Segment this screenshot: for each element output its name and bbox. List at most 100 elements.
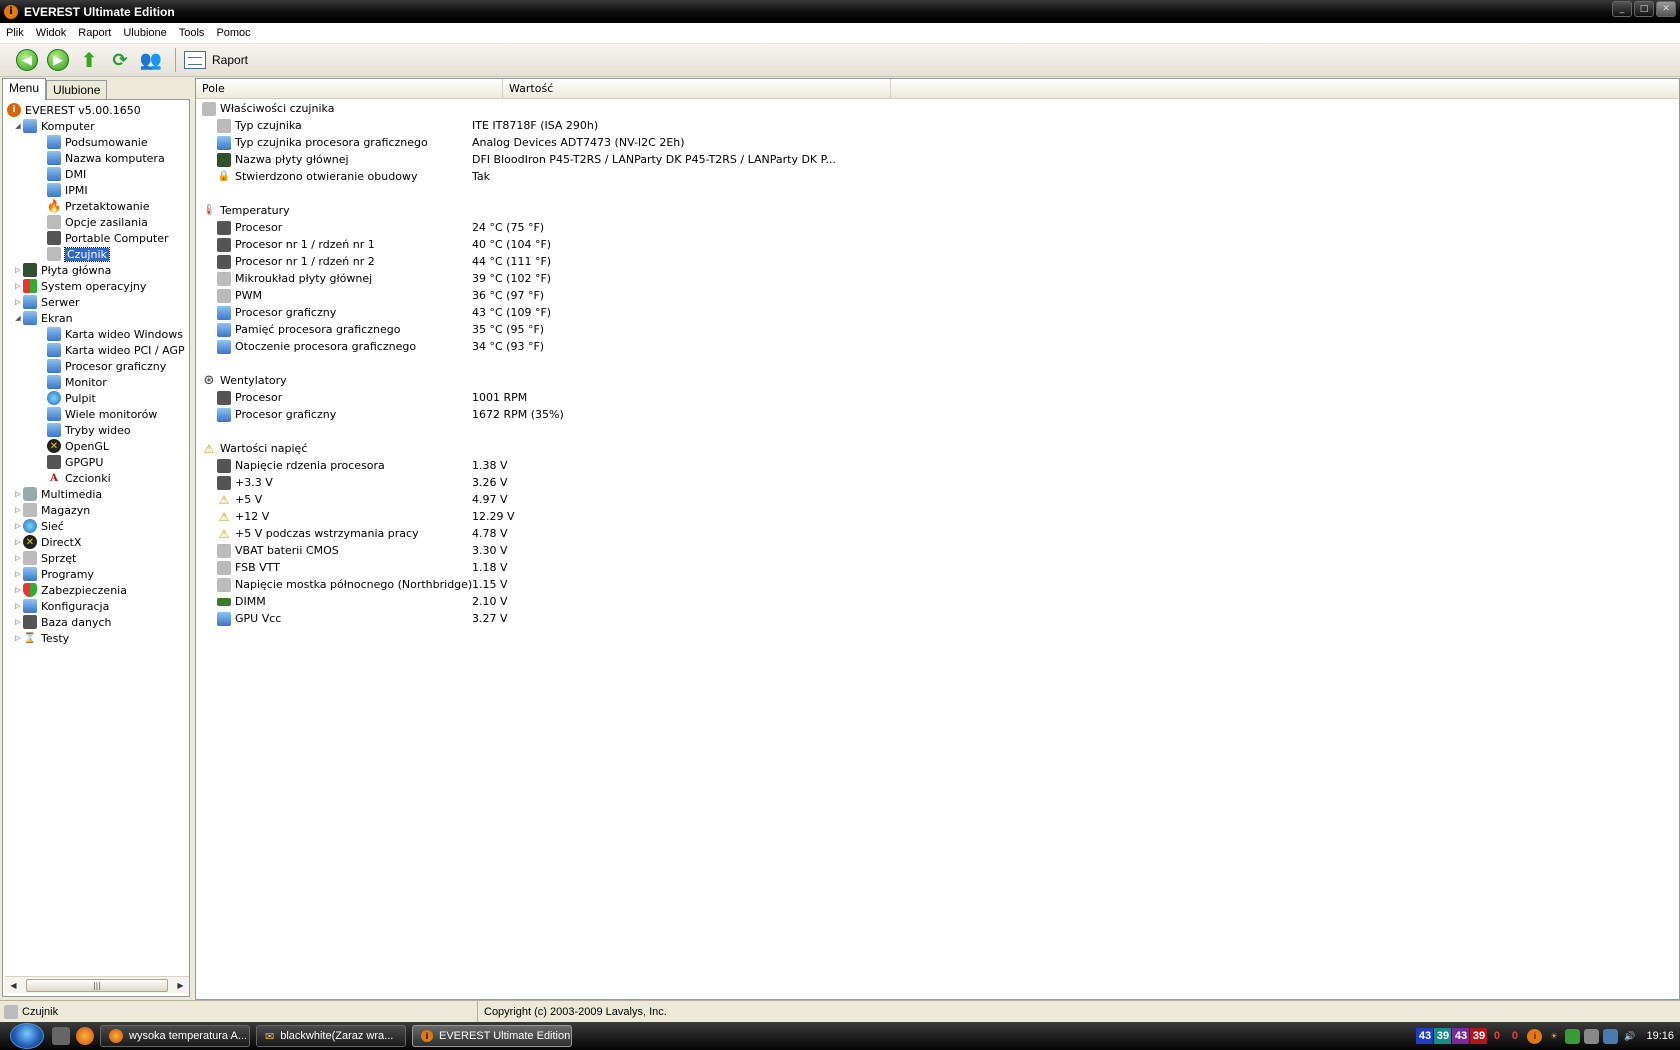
column-header-pole[interactable]: Pole (196, 79, 503, 99)
table-row[interactable]: FSB VTT 1.18 V (196, 559, 1679, 576)
expand-icon[interactable]: ▷ (13, 538, 23, 546)
tree-item-komputer[interactable]: ◢ Komputer (3, 118, 189, 134)
group-sensor-properties[interactable]: Właściwości czujnika (196, 100, 1679, 117)
refresh-button[interactable]: ⟳ (107, 47, 133, 73)
back-button[interactable]: ◀ (14, 47, 40, 73)
tree-item-dmi[interactable]: DMI (3, 166, 189, 182)
table-row[interactable]: Nazwa płyty głównej DFI BloodIron P45-T2R… (196, 151, 1679, 168)
tab-ulubione[interactable]: Ulubione (46, 80, 108, 99)
table-row[interactable]: Procesor graficzny 1672 RPM (35%) (196, 406, 1679, 423)
expand-icon[interactable]: ▷ (13, 554, 23, 562)
group-fans[interactable]: ⊛ Wentylatory (196, 372, 1679, 389)
scroll-right-icon[interactable]: ▶ (172, 981, 189, 990)
tree-item-procesor-graficzny[interactable]: Procesor graficzny (3, 358, 189, 374)
minimize-button[interactable]: _ (1612, 1, 1632, 17)
close-button[interactable]: ✕ (1656, 1, 1676, 17)
expand-icon[interactable]: ▷ (13, 522, 23, 530)
sun-icon[interactable]: ☀ (1546, 1029, 1561, 1044)
tree-item-karta-wideo-windows[interactable]: Karta wideo Windows (3, 326, 189, 342)
tab-menu[interactable]: Menu (2, 78, 47, 100)
taskbar-item-mail[interactable]: ✉ blackwhite(Zaraz wra... (256, 1025, 406, 1047)
clock[interactable]: 19:16 (1646, 1030, 1674, 1042)
table-row[interactable]: DIMM 2.10 V (196, 593, 1679, 610)
table-row[interactable]: GPU Vcc 3.27 V (196, 610, 1679, 627)
tray-value-5[interactable]: 0 (1488, 1028, 1505, 1044)
display-tray-icon[interactable] (1584, 1028, 1600, 1044)
start-button[interactable] (10, 1023, 44, 1049)
column-header-wartosc[interactable]: Wartość (503, 79, 891, 99)
tree-item-opcje-zasilania[interactable]: Opcje zasilania (3, 214, 189, 230)
volume-icon[interactable]: 🔊 (1622, 1029, 1637, 1044)
expand-icon[interactable]: ▷ (13, 298, 23, 306)
tree-item-tryby-wideo[interactable]: Tryby wideo (3, 422, 189, 438)
expand-icon[interactable]: ▷ (13, 490, 23, 498)
tree-item-siec[interactable]: ▷ Sieć (3, 518, 189, 534)
expand-icon[interactable]: ▷ (13, 586, 23, 594)
tree-item-wiele-monitorow[interactable]: Wiele monitorów (3, 406, 189, 422)
navigation-tree[interactable]: i EVEREST v5.00.1650 ◢ Komputer Podsumow… (2, 99, 190, 997)
menu-plik[interactable]: Plik (0, 27, 30, 39)
table-row[interactable]: PWM 36 °C (97 °F) (196, 287, 1679, 304)
firefox-icon[interactable] (76, 1027, 94, 1045)
green-app-icon[interactable] (1565, 1028, 1581, 1044)
tree-item-gpgpu[interactable]: GPGPU (3, 454, 189, 470)
tree-item-ipmi[interactable]: IPMI (3, 182, 189, 198)
tree-item-multimedia[interactable]: ▷ Multimedia (3, 486, 189, 502)
everest-tray-icon[interactable]: i (1527, 1028, 1543, 1044)
menu-ulubione[interactable]: Ulubione (117, 27, 172, 39)
menu-widok[interactable]: Widok (30, 27, 73, 39)
title-bar[interactable]: i EVEREST Ultimate Edition _ □ ✕ (0, 0, 1680, 23)
table-row[interactable]: Procesor graficzny 43 °C (109 °F) (196, 304, 1679, 321)
tray-value-6[interactable]: 0 (1506, 1028, 1523, 1044)
table-row[interactable]: Procesor nr 1 / rdzeń nr 2 44 °C (111 °F) (196, 253, 1679, 270)
tree-item-serwer[interactable]: ▷ Serwer (3, 294, 189, 310)
group-temperatures[interactable]: 🌡 Temperatury (196, 202, 1679, 219)
tree-horizontal-scrollbar[interactable]: ◀ ||| ▶ (5, 976, 189, 993)
tray-temp-2[interactable]: 39 (1434, 1028, 1452, 1044)
expand-icon[interactable]: ▷ (13, 506, 23, 514)
tree-item-sprzet[interactable]: ▷ Sprzęt (3, 550, 189, 566)
table-row[interactable]: Mikroukład płyty głównej 39 °C (102 °F) (196, 270, 1679, 287)
menu-tools[interactable]: Tools (173, 27, 211, 39)
tree-item-karta-wideo-pci[interactable]: Karta wideo PCI / AGP (3, 342, 189, 358)
tree-item-portable-computer[interactable]: Portable Computer (3, 230, 189, 246)
expand-icon[interactable]: ▷ (13, 618, 23, 626)
taskbar-item-firefox[interactable]: wysoka temperatura A... (100, 1025, 250, 1047)
tree-item-czujnik[interactable]: Czujnik (3, 246, 189, 262)
taskbar-item-everest[interactable]: i EVEREST Ultimate Edition (412, 1025, 572, 1047)
tree-item-pulpit[interactable]: Pulpit (3, 390, 189, 406)
scroll-thumb[interactable]: ||| (26, 978, 168, 992)
table-row[interactable]: Otoczenie procesora graficznego 34 °C (93… (196, 338, 1679, 355)
maximize-button[interactable]: □ (1634, 1, 1654, 17)
show-desktop-icon[interactable] (52, 1027, 70, 1045)
tree-item-system-operacyjny[interactable]: ▷ System operacyjny (3, 278, 189, 294)
table-row[interactable]: Typ czujnika procesora graficznego Analog… (196, 134, 1679, 151)
tree-item-ekran[interactable]: ◢ Ekran (3, 310, 189, 326)
tree-item-opengl[interactable]: ✕ OpenGL (3, 438, 189, 454)
table-row[interactable]: 🔒 Stwierdzono otwieranie obudowy Tak (196, 168, 1679, 185)
table-row[interactable]: ⚠ +5 V podczas wstrzymania pracy 4.78 V (196, 525, 1679, 542)
tree-item-konfiguracja[interactable]: ▷ Konfiguracja (3, 598, 189, 614)
table-row[interactable]: ⚠ +5 V 4.97 V (196, 491, 1679, 508)
tree-item-nazwa-komputera[interactable]: Nazwa komputera (3, 150, 189, 166)
table-row[interactable]: +3.3 V 3.26 V (196, 474, 1679, 491)
collapse-icon[interactable]: ◢ (13, 122, 23, 130)
table-row[interactable]: Procesor 1001 RPM (196, 389, 1679, 406)
scroll-left-icon[interactable]: ◀ (5, 981, 22, 990)
table-row[interactable]: Napięcie mostka północnego (Northbridge)… (196, 576, 1679, 593)
expand-icon[interactable]: ▷ (13, 282, 23, 290)
tray-temp-4[interactable]: 39 (1470, 1028, 1488, 1044)
tree-item-zabezpieczenia[interactable]: ▷ Zabezpieczenia (3, 582, 189, 598)
network-tray-icon[interactable] (1603, 1028, 1619, 1044)
up-button[interactable]: ⬆ (76, 47, 102, 73)
table-row[interactable]: Procesor 24 °C (75 °F) (196, 219, 1679, 236)
tree-item-testy[interactable]: ▷ ⌛ Testy (3, 630, 189, 646)
table-row[interactable]: Procesor nr 1 / rdzeń nr 1 40 °C (104 °F) (196, 236, 1679, 253)
expand-icon[interactable]: ▷ (13, 602, 23, 610)
tray-temp-1[interactable]: 43 (1416, 1028, 1434, 1044)
table-row[interactable]: Napięcie rdzenia procesora 1.38 V (196, 457, 1679, 474)
menu-pomoc[interactable]: Pomoc (210, 27, 256, 39)
table-row[interactable]: Typ czujnika ITE IT8718F (ISA 290h) (196, 117, 1679, 134)
tree-item-podsumowanie[interactable]: Podsumowanie (3, 134, 189, 150)
expand-icon[interactable]: ▷ (13, 570, 23, 578)
